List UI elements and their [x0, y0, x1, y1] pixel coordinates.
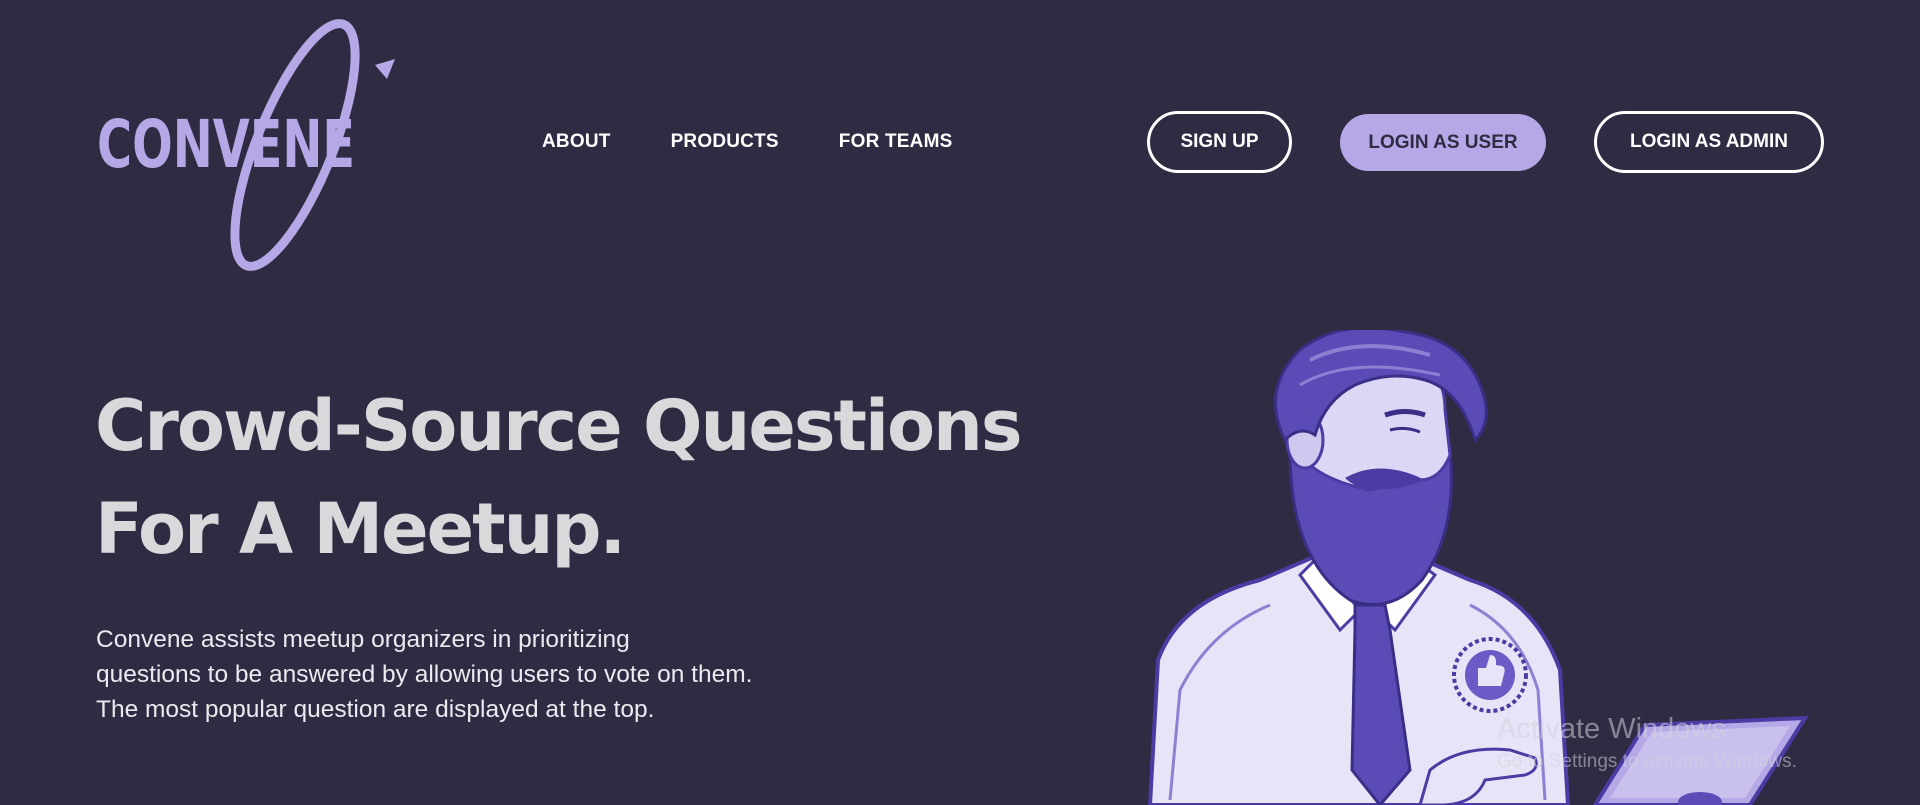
hero-description-line: Convene assists meetup organizers in pri… — [96, 626, 630, 653]
hero-description: Convene assists meetup organizers in pri… — [96, 622, 856, 727]
nav-about[interactable]: ABOUT — [542, 131, 611, 153]
convene-logo[interactable]: CONVENE — [95, 15, 405, 275]
nav-for-teams[interactable]: FOR TEAMS — [839, 131, 953, 153]
main-nav: ABOUT PRODUCTS FOR TEAMS — [542, 131, 952, 153]
login-as-user-button[interactable]: LOGIN AS USER — [1340, 114, 1546, 171]
hero-illustration — [1140, 330, 1820, 805]
login-as-admin-button[interactable]: LOGIN AS ADMIN — [1594, 111, 1824, 173]
thumbs-up-badge-icon — [1452, 637, 1528, 713]
hero-description-line: questions to be answered by allowing use… — [96, 661, 753, 688]
hero-title-line: For A Meetup. — [95, 488, 626, 570]
man-with-laptop-illustration — [1147, 330, 1809, 805]
landing-page: CONVENE ABOUT PRODUCTS FOR TEAMS SIGN UP… — [0, 0, 1920, 805]
nav-products[interactable]: PRODUCTS — [671, 131, 779, 153]
sign-up-button[interactable]: SIGN UP — [1147, 111, 1292, 173]
logo-graphic: CONVENE — [97, 19, 395, 271]
logo-text: CONVENE — [97, 106, 355, 183]
laptop-icon — [1592, 715, 1809, 805]
hero-title: Crowd-Source Questions For A Meetup. — [95, 375, 1125, 581]
hero-title-line: Crowd-Source Questions — [95, 385, 1023, 467]
hero-description-line: The most popular question are displayed … — [96, 696, 655, 723]
